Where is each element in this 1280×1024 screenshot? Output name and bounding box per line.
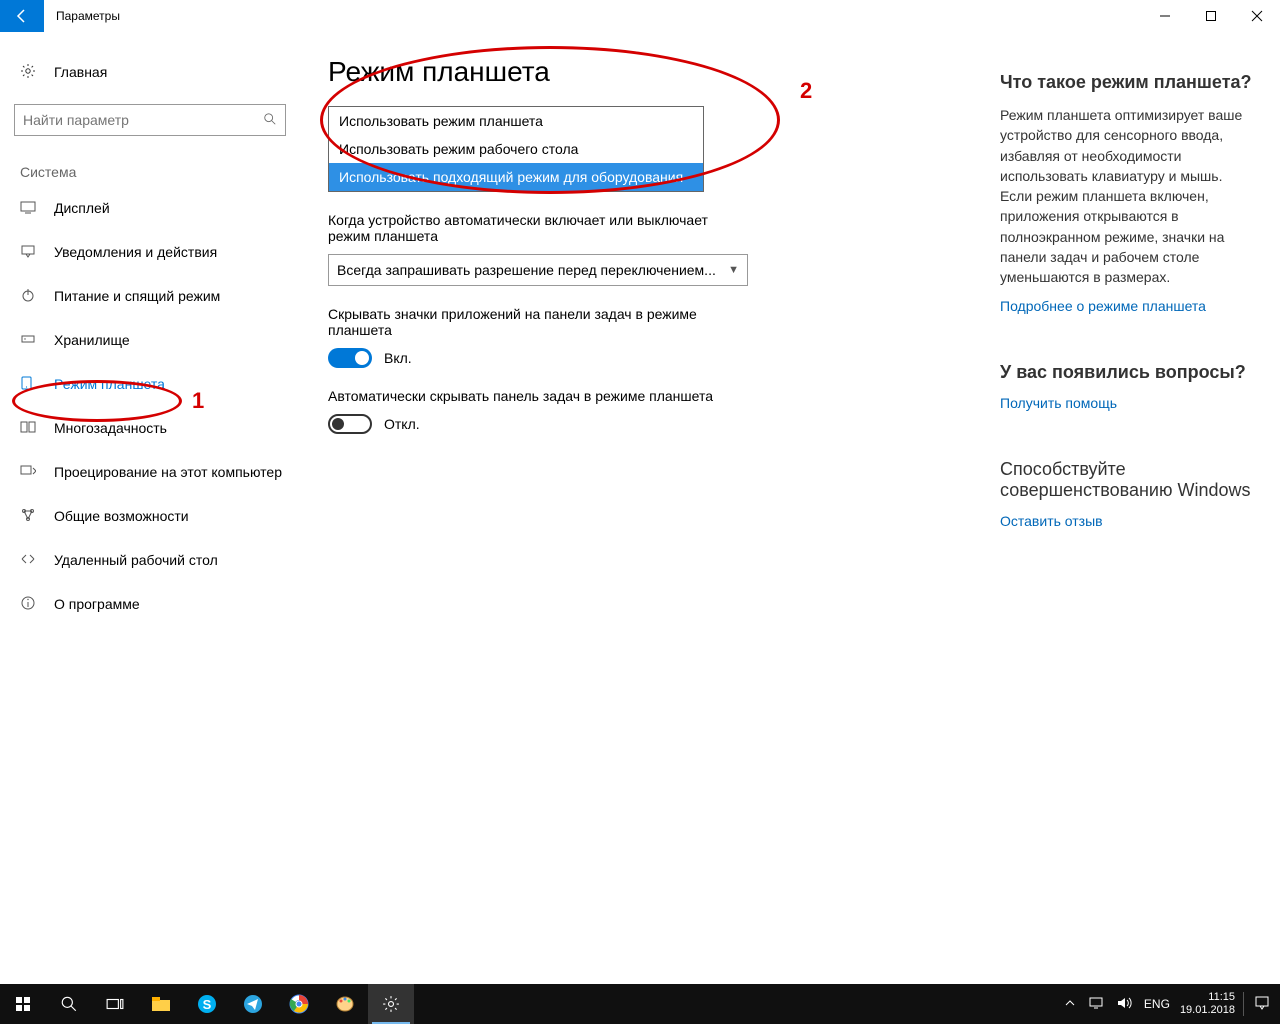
annotation-number-1: 1 <box>192 388 204 414</box>
sidebar-group-title: Система <box>0 154 300 186</box>
language-indicator[interactable]: ENG <box>1138 997 1176 1011</box>
home-label: Главная <box>54 64 107 80</box>
dropdown-option-selected[interactable]: Использовать подходящий режим для оборуд… <box>329 163 703 191</box>
sidebar-item-multitasking[interactable]: Многозадачность <box>0 406 300 450</box>
action-center-icon[interactable] <box>1248 995 1276 1014</box>
sidebar-item-label: Питание и спящий режим <box>54 288 220 304</box>
sidebar-item-label: Проецирование на этот компьютер <box>54 464 282 480</box>
main-content: Режим планшета Использовать режим планше… <box>300 32 1000 984</box>
tray-divider <box>1243 992 1244 1016</box>
remote-icon <box>20 551 40 570</box>
tablet-icon <box>20 375 40 394</box>
close-button[interactable] <box>1234 0 1280 32</box>
sidebar-item-label: Хранилище <box>54 332 130 348</box>
taskbar-search-button[interactable] <box>46 984 92 1024</box>
taskbar: S ENG 11:15 19.01.2018 <box>0 984 1280 1024</box>
sidebar-item-label: Общие возможности <box>54 508 189 524</box>
home-button[interactable]: Главная <box>0 50 300 94</box>
get-help-link[interactable]: Получить помощь <box>1000 395 1256 411</box>
explorer-icon[interactable] <box>138 984 184 1024</box>
shared-icon <box>20 507 40 526</box>
skype-icon[interactable]: S <box>184 984 230 1024</box>
svg-text:S: S <box>203 997 212 1012</box>
projecting-icon <box>20 463 40 482</box>
search-icon <box>263 112 277 129</box>
chevron-down-icon: ▼ <box>728 264 739 276</box>
sidebar-item-label: Удаленный рабочий стол <box>54 552 218 568</box>
sidebar-item-remote-desktop[interactable]: Удаленный рабочий стол <box>0 538 300 582</box>
search-input[interactable] <box>14 104 286 136</box>
toggle-state: Вкл. <box>384 350 412 366</box>
volume-icon[interactable] <box>1110 996 1138 1013</box>
sidebar-item-projecting[interactable]: Проецирование на этот компьютер <box>0 450 300 494</box>
display-icon <box>20 199 40 218</box>
titlebar: Параметры <box>0 0 1280 32</box>
info-heading: Что такое режим планшета? <box>1000 72 1256 93</box>
sidebar-item-power[interactable]: Питание и спящий режим <box>0 274 300 318</box>
minimize-button[interactable] <box>1142 0 1188 32</box>
sidebar-item-tablet-mode[interactable]: Режим планшета <box>0 362 300 406</box>
clock-time: 11:15 <box>1180 991 1235 1004</box>
dropdown-option[interactable]: Использовать режим планшета <box>329 107 703 135</box>
paint-icon[interactable] <box>322 984 368 1024</box>
sidebar-item-label: Режим планшета <box>54 376 165 392</box>
select-value: Всегда запрашивать разрешение перед пере… <box>337 262 716 278</box>
right-pane: Что такое режим планшета? Режим планшета… <box>1000 32 1280 984</box>
back-button[interactable] <box>0 0 44 32</box>
search-field[interactable] <box>23 112 263 128</box>
sidebar-item-label: Дисплей <box>54 200 110 216</box>
sidebar-item-label: Уведомления и действия <box>54 244 217 260</box>
tray-chevron-icon[interactable] <box>1058 996 1082 1012</box>
hide-taskbar-label: Автоматически скрывать панель задач в ре… <box>328 388 748 404</box>
learn-more-link[interactable]: Подробнее о режиме планшета <box>1000 298 1256 314</box>
gear-icon <box>20 63 40 82</box>
power-icon <box>20 287 40 306</box>
clock-date: 19.01.2018 <box>1180 1004 1235 1017</box>
chrome-icon[interactable] <box>276 984 322 1024</box>
sidebar-item-notifications[interactable]: Уведомления и действия <box>0 230 300 274</box>
storage-icon <box>20 331 40 350</box>
sidebar: Главная Система Дисплей Уведомления и де… <box>0 32 300 984</box>
hide-taskbar-toggle[interactable] <box>328 414 372 434</box>
hide-icons-label: Скрывать значки приложений на панели зад… <box>328 306 748 338</box>
toggle-state: Откл. <box>384 416 420 432</box>
auto-switch-label: Когда устройство автоматически включает … <box>328 212 748 244</box>
sidebar-item-about[interactable]: О программе <box>0 582 300 626</box>
sidebar-item-storage[interactable]: Хранилище <box>0 318 300 362</box>
maximize-button[interactable] <box>1188 0 1234 32</box>
sidebar-item-label: О программе <box>54 596 140 612</box>
sidebar-item-display[interactable]: Дисплей <box>0 186 300 230</box>
sidebar-item-shared[interactable]: Общие возможности <box>0 494 300 538</box>
questions-heading: У вас появились вопросы? <box>1000 362 1256 383</box>
page-title: Режим планшета <box>328 56 1000 88</box>
telegram-icon[interactable] <box>230 984 276 1024</box>
sidebar-item-label: Многозадачность <box>54 420 167 436</box>
start-button[interactable] <box>0 984 46 1024</box>
feedback-link[interactable]: Оставить отзыв <box>1000 513 1256 529</box>
info-icon <box>20 595 40 614</box>
multitasking-icon <box>20 419 40 438</box>
auto-switch-select[interactable]: Всегда запрашивать разрешение перед пере… <box>328 254 748 286</box>
network-icon[interactable] <box>1082 996 1110 1013</box>
info-text: Режим планшета оптимизирует ваше устройс… <box>1000 105 1256 288</box>
window-title: Параметры <box>44 9 120 23</box>
system-tray: ENG 11:15 19.01.2018 <box>1058 984 1280 1024</box>
notifications-icon <box>20 243 40 262</box>
annotation-number-2: 2 <box>800 78 812 104</box>
task-view-button[interactable] <box>92 984 138 1024</box>
dropdown-option[interactable]: Использовать режим рабочего стола <box>329 135 703 163</box>
settings-app-icon[interactable] <box>368 984 414 1024</box>
clock[interactable]: 11:15 19.01.2018 <box>1176 991 1243 1016</box>
feedback-heading: Способствуйте совершенствованию Windows <box>1000 459 1256 501</box>
hide-icons-toggle[interactable] <box>328 348 372 368</box>
login-mode-dropdown[interactable]: Использовать режим планшета Использовать… <box>328 106 704 192</box>
